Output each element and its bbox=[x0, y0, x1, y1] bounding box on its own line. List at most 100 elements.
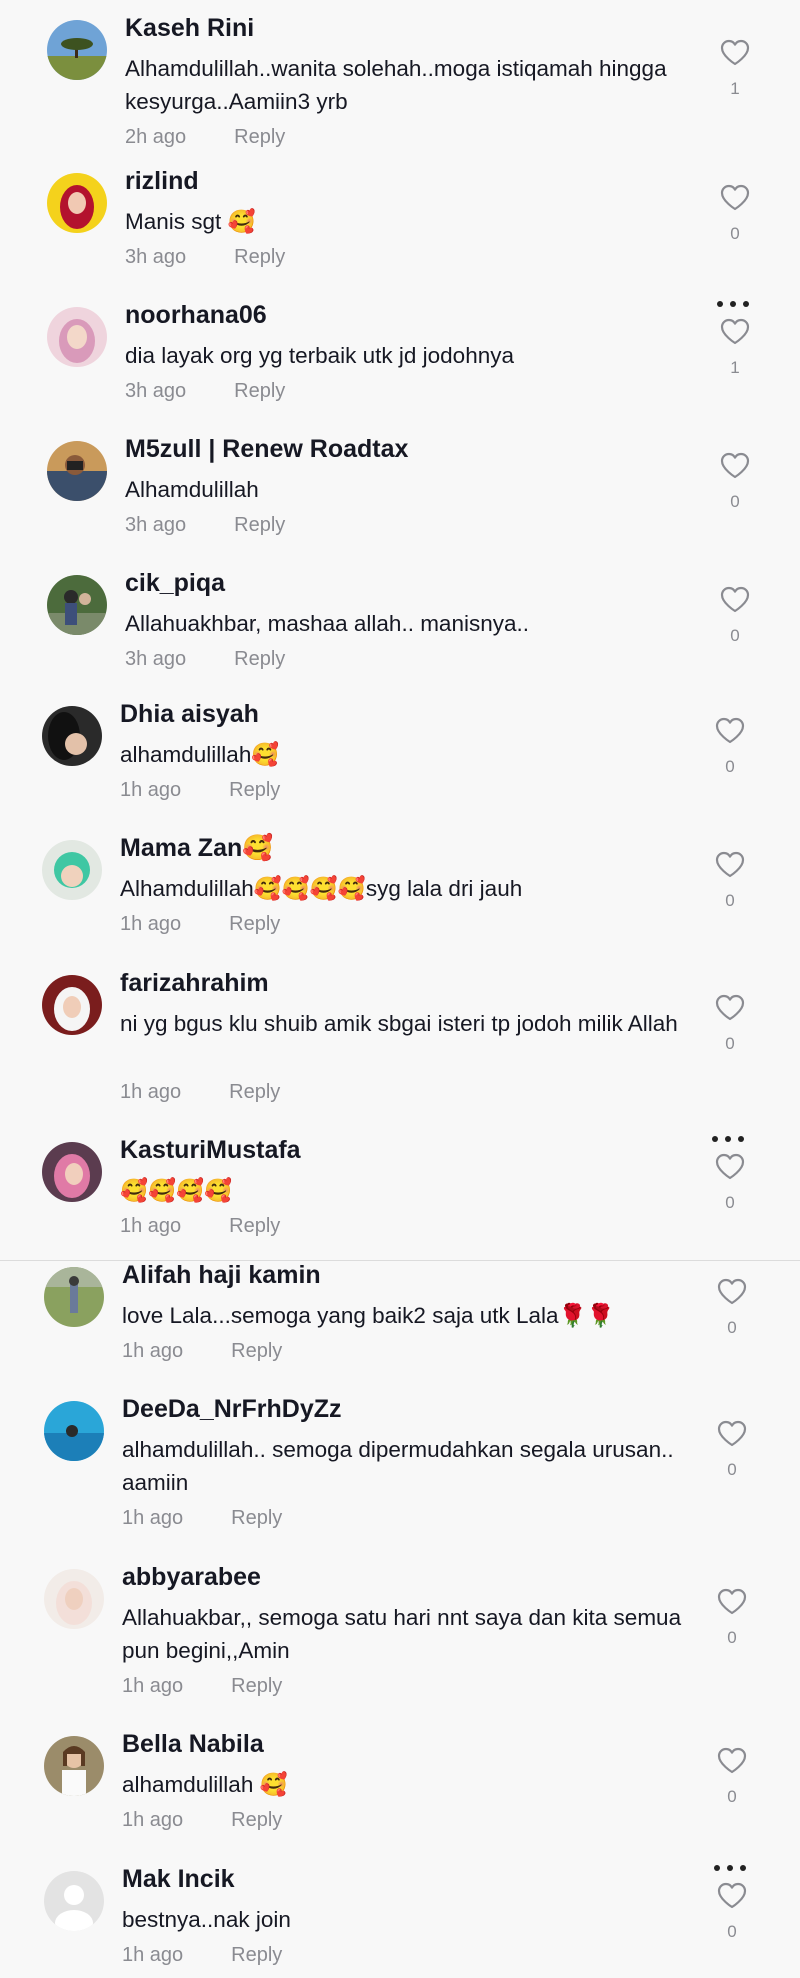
comment-meta: 1h ago Reply bbox=[120, 779, 280, 802]
reply-button[interactable]: Reply bbox=[229, 1081, 280, 1103]
avatar[interactable] bbox=[42, 706, 102, 766]
avatar[interactable] bbox=[44, 1569, 104, 1629]
comment-time: 1h ago bbox=[122, 1809, 184, 1831]
avatar-image bbox=[42, 1142, 102, 1202]
comment-time: 1h ago bbox=[122, 1507, 184, 1529]
like-count: 0 bbox=[725, 891, 735, 910]
comment-meta: 1h ago Reply bbox=[120, 913, 280, 936]
reply-button[interactable]: Reply bbox=[234, 380, 285, 402]
comment-text: Alhamdulillah..wanita solehah..moga isti… bbox=[125, 56, 667, 114]
like-count: 0 bbox=[730, 492, 740, 511]
avatar[interactable] bbox=[47, 173, 107, 233]
avatar-image bbox=[42, 975, 102, 1035]
like-count: 1 bbox=[730, 358, 740, 377]
comment-username[interactable]: cik_piqa bbox=[125, 569, 225, 598]
reply-button[interactable]: Reply bbox=[229, 1215, 280, 1237]
comment-time: 2h ago bbox=[125, 126, 187, 148]
reply-button[interactable]: Reply bbox=[231, 1507, 282, 1529]
like-heart-icon[interactable] bbox=[715, 1153, 745, 1181]
comment-text: Manis sgt 🥰 bbox=[125, 209, 256, 234]
comment-username[interactable]: abbyarabee bbox=[122, 1563, 261, 1592]
avatar[interactable] bbox=[47, 441, 107, 501]
like-heart-icon[interactable] bbox=[720, 39, 750, 67]
comment-username[interactable]: M5zull | Renew Roadtax bbox=[125, 435, 408, 464]
avatar-image bbox=[47, 307, 107, 367]
like-heart-icon[interactable] bbox=[715, 851, 745, 879]
comment-username[interactable]: Bella Nabila bbox=[122, 1730, 264, 1759]
comment-username[interactable]: Dhia aisyah bbox=[120, 700, 259, 729]
like-heart-icon[interactable] bbox=[717, 1278, 747, 1306]
comment-username[interactable]: KasturiMustafa bbox=[120, 1136, 301, 1165]
comment-text: Allahuakhbar, mashaa allah.. manisnya.. bbox=[125, 611, 529, 636]
reply-button[interactable]: Reply bbox=[231, 1944, 282, 1966]
reply-button[interactable]: Reply bbox=[231, 1675, 282, 1697]
like-count: 1 bbox=[730, 79, 740, 98]
comment-meta: 3h ago Reply bbox=[125, 514, 285, 537]
comment-time: 1h ago bbox=[122, 1944, 184, 1966]
avatar[interactable] bbox=[47, 575, 107, 635]
avatar[interactable] bbox=[44, 1871, 104, 1931]
avatar[interactable] bbox=[42, 840, 102, 900]
avatar-image bbox=[47, 441, 107, 501]
comment-username[interactable]: Mak Incik bbox=[122, 1865, 235, 1894]
like-heart-icon[interactable] bbox=[717, 1882, 747, 1910]
reply-button[interactable]: Reply bbox=[234, 514, 285, 536]
more-options-icon[interactable] bbox=[717, 301, 751, 309]
reply-button[interactable]: Reply bbox=[234, 126, 285, 148]
avatar[interactable] bbox=[44, 1736, 104, 1796]
comment-time: 1h ago bbox=[120, 913, 182, 935]
comment-meta: 1h ago Reply bbox=[122, 1507, 282, 1530]
like-count: 0 bbox=[727, 1460, 737, 1479]
like-count: 0 bbox=[727, 1318, 737, 1337]
avatar[interactable] bbox=[42, 975, 102, 1035]
avatar[interactable] bbox=[47, 307, 107, 367]
like-heart-icon[interactable] bbox=[720, 452, 750, 480]
reply-button[interactable]: Reply bbox=[231, 1809, 282, 1831]
comment-text: alhamdulillah🥰 bbox=[120, 742, 280, 767]
like-heart-icon[interactable] bbox=[720, 318, 750, 346]
avatar-image bbox=[47, 575, 107, 635]
like-count: 0 bbox=[727, 1787, 737, 1806]
like-heart-icon[interactable] bbox=[720, 586, 750, 614]
comment-time: 1h ago bbox=[122, 1340, 184, 1362]
reply-button[interactable]: Reply bbox=[229, 913, 280, 935]
comment-text: alhamdulillah.. semoga dipermudahkan seg… bbox=[122, 1437, 674, 1495]
comment-username[interactable]: Kaseh Rini bbox=[125, 14, 254, 43]
like-heart-icon[interactable] bbox=[715, 994, 745, 1022]
comment-meta: 1h ago Reply bbox=[122, 1340, 282, 1363]
avatar[interactable] bbox=[44, 1401, 104, 1461]
like-heart-icon[interactable] bbox=[715, 717, 745, 745]
comment-text: Alhamdulillah bbox=[125, 477, 259, 502]
reply-button[interactable]: Reply bbox=[231, 1340, 282, 1362]
comment-time: 1h ago bbox=[120, 779, 182, 801]
reply-button[interactable]: Reply bbox=[234, 648, 285, 670]
comment-meta: 1h ago Reply bbox=[122, 1944, 282, 1967]
comment-time: 3h ago bbox=[125, 380, 187, 402]
like-heart-icon[interactable] bbox=[717, 1747, 747, 1775]
comment-text: alhamdulillah 🥰 bbox=[122, 1772, 288, 1797]
comment-username[interactable]: Alifah haji kamin bbox=[122, 1261, 321, 1290]
comment-meta: 1h ago Reply bbox=[122, 1809, 282, 1832]
avatar[interactable] bbox=[42, 1142, 102, 1202]
comment-text: ni yg bgus klu shuib amik sbgai isteri t… bbox=[120, 1011, 678, 1036]
more-options-icon[interactable] bbox=[712, 1136, 746, 1144]
comment-time: 1h ago bbox=[122, 1675, 184, 1697]
like-heart-icon[interactable] bbox=[717, 1420, 747, 1448]
comment-username[interactable]: noorhana06 bbox=[125, 301, 267, 330]
comment-time: 3h ago bbox=[125, 246, 187, 268]
comment-username[interactable]: farizahrahim bbox=[120, 969, 269, 998]
reply-button[interactable]: Reply bbox=[234, 246, 285, 268]
comment-time: 3h ago bbox=[125, 514, 187, 536]
reply-button[interactable]: Reply bbox=[229, 779, 280, 801]
avatar[interactable] bbox=[44, 1267, 104, 1327]
comment-text: 🥰🥰🥰🥰 bbox=[120, 1178, 233, 1203]
comment-username[interactable]: Mama Zan🥰 bbox=[120, 834, 273, 863]
comment-username[interactable]: DeeDa_NrFrhDyZz bbox=[122, 1395, 342, 1424]
comment-username[interactable]: rizlind bbox=[125, 167, 199, 196]
like-heart-icon[interactable] bbox=[717, 1588, 747, 1616]
like-heart-icon[interactable] bbox=[720, 184, 750, 212]
more-options-icon[interactable] bbox=[714, 1865, 748, 1873]
avatar[interactable] bbox=[47, 20, 107, 80]
like-count: 0 bbox=[727, 1922, 737, 1941]
avatar-image bbox=[44, 1871, 104, 1931]
